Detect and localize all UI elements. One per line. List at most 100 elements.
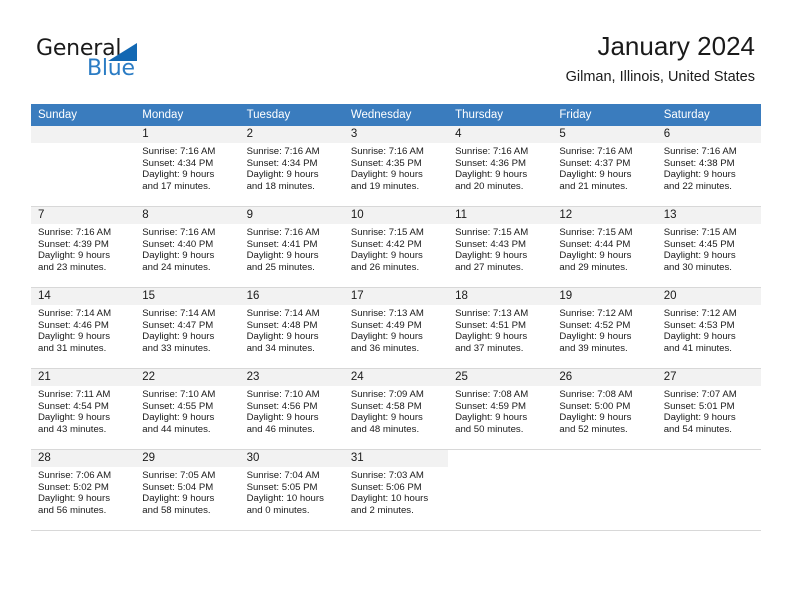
- sunset-text: Sunset: 4:38 PM: [663, 157, 735, 169]
- calendar-day-cell[interactable]: 4 Sunrise: 7:16 AM Sunset: 4:36 PM Dayli…: [448, 126, 553, 207]
- calendar-day-cell[interactable]: 11 Sunrise: 7:15 AM Sunset: 4:43 PM Dayl…: [448, 206, 553, 288]
- day-number: 12: [552, 207, 657, 224]
- sunrise-text: Sunrise: 7:16 AM: [455, 146, 529, 157]
- daylight-text-line1: Daylight: 9 hours: [455, 331, 528, 343]
- calendar-day-cell[interactable]: 30 Sunrise: 7:04 AM Sunset: 5:05 PM Dayl…: [239, 449, 344, 531]
- calendar-day-cell[interactable]: 17 Sunrise: 7:13 AM Sunset: 4:49 PM Dayl…: [343, 287, 449, 369]
- page-title: January 2024: [597, 31, 755, 61]
- daylight-text-line2: and 24 minutes.: [142, 261, 211, 273]
- calendar-day-cell[interactable]: 19 Sunrise: 7:12 AM Sunset: 4:52 PM Dayl…: [552, 287, 657, 369]
- daylight-text-line1: Daylight: 9 hours: [246, 169, 319, 181]
- daylight-text-line2: and 36 minutes.: [350, 342, 420, 354]
- daylight-text-line1: Daylight: 9 hours: [663, 250, 736, 262]
- daylight-text-line1: Daylight: 9 hours: [350, 412, 423, 424]
- day-number: 9: [239, 207, 344, 224]
- daylight-text-line1: Daylight: 9 hours: [246, 331, 319, 343]
- calendar-day-cell[interactable]: 1 Sunrise: 7:16 AM Sunset: 4:34 PM Dayli…: [135, 126, 240, 207]
- sunset-text: Sunset: 4:52 PM: [559, 319, 631, 331]
- day-number: 3: [343, 126, 449, 143]
- sunrise-text: Sunrise: 7:16 AM: [142, 146, 216, 157]
- day-number: 5: [552, 126, 657, 143]
- calendar-day-cell[interactable]: 7 Sunrise: 7:16 AM Sunset: 4:39 PM Dayli…: [31, 206, 136, 288]
- calendar-day-cell[interactable]: 21 Sunrise: 7:11 AM Sunset: 4:54 PM Dayl…: [31, 368, 136, 450]
- day-details: Sunrise: 7:11 AM Sunset: 4:54 PM Dayligh…: [31, 386, 135, 435]
- calendar-day-cell[interactable]: 3 Sunrise: 7:16 AM Sunset: 4:35 PM Dayli…: [343, 126, 449, 207]
- day-details: Sunrise: 7:03 AM Sunset: 5:06 PM Dayligh…: [344, 467, 448, 516]
- daylight-text-line1: Daylight: 10 hours: [350, 493, 429, 505]
- daylight-text-line2: and 30 minutes.: [663, 261, 732, 273]
- sunset-text: Sunset: 5:04 PM: [142, 481, 214, 493]
- daylight-text-line2: and 29 minutes.: [559, 261, 628, 273]
- calendar-day-cell[interactable]: 29 Sunrise: 7:05 AM Sunset: 5:04 PM Dayl…: [135, 449, 240, 531]
- sunrise-text: Sunrise: 7:16 AM: [142, 227, 216, 238]
- sunset-text: Sunset: 4:41 PM: [246, 238, 318, 250]
- daylight-text-line1: Daylight: 9 hours: [38, 412, 110, 424]
- day-details: Sunrise: 7:14 AM Sunset: 4:46 PM Dayligh…: [31, 305, 135, 354]
- day-details: Sunrise: 7:09 AM Sunset: 4:58 PM Dayligh…: [344, 386, 448, 435]
- calendar-day-cell[interactable]: 18 Sunrise: 7:13 AM Sunset: 4:51 PM Dayl…: [448, 287, 553, 369]
- sunset-text: Sunset: 4:59 PM: [455, 400, 527, 412]
- daylight-text-line1: Daylight: 9 hours: [38, 331, 110, 343]
- calendar-day-cell[interactable]: 5 Sunrise: 7:16 AM Sunset: 4:37 PM Dayli…: [552, 126, 657, 207]
- calendar-day-cell[interactable]: 16 Sunrise: 7:14 AM Sunset: 4:48 PM Dayl…: [239, 287, 344, 369]
- weekday-header-thursday: Thursday: [448, 104, 553, 126]
- calendar-day-cell[interactable]: 10 Sunrise: 7:15 AM Sunset: 4:42 PM Dayl…: [343, 206, 449, 288]
- day-details: Sunrise: 7:10 AM Sunset: 4:56 PM Dayligh…: [240, 386, 344, 435]
- sunset-text: Sunset: 4:42 PM: [350, 238, 422, 250]
- day-number: 25: [448, 369, 553, 386]
- day-details: Sunrise: 7:16 AM Sunset: 4:37 PM Dayligh…: [552, 143, 656, 192]
- day-details: [657, 467, 761, 470]
- sunrise-text: Sunrise: 7:08 AM: [455, 389, 529, 400]
- calendar-week-row: 21 Sunrise: 7:11 AM Sunset: 4:54 PM Dayl…: [31, 368, 761, 450]
- calendar-day-cell[interactable]: 8 Sunrise: 7:16 AM Sunset: 4:40 PM Dayli…: [135, 206, 240, 288]
- daylight-text-line2: and 48 minutes.: [350, 423, 420, 435]
- calendar-day-cell[interactable]: 15 Sunrise: 7:14 AM Sunset: 4:47 PM Dayl…: [135, 287, 240, 369]
- daylight-text-line1: Daylight: 9 hours: [559, 331, 632, 343]
- day-number: 11: [448, 207, 553, 224]
- calendar-day-cell[interactable]: 12 Sunrise: 7:15 AM Sunset: 4:44 PM Dayl…: [552, 206, 657, 288]
- calendar-day-cell[interactable]: 26 Sunrise: 7:08 AM Sunset: 5:00 PM Dayl…: [552, 368, 657, 450]
- calendar-day-cell[interactable]: 31 Sunrise: 7:03 AM Sunset: 5:06 PM Dayl…: [343, 449, 449, 531]
- calendar-day-cell[interactable]: 14 Sunrise: 7:14 AM Sunset: 4:46 PM Dayl…: [31, 287, 136, 369]
- daylight-text-line1: Daylight: 9 hours: [350, 169, 423, 181]
- daylight-text-line2: and 56 minutes.: [38, 504, 107, 516]
- title-block: January 2024 Gilman, Illinois, United St…: [566, 30, 755, 86]
- day-number: [31, 126, 136, 143]
- daylight-text-line1: Daylight: 9 hours: [350, 250, 423, 262]
- day-details: Sunrise: 7:14 AM Sunset: 4:47 PM Dayligh…: [135, 305, 239, 354]
- weekday-header-friday: Friday: [552, 104, 657, 126]
- sunset-text: Sunset: 4:34 PM: [142, 157, 214, 169]
- day-details: Sunrise: 7:14 AM Sunset: 4:48 PM Dayligh…: [240, 305, 344, 354]
- calendar-day-cell[interactable]: 23 Sunrise: 7:10 AM Sunset: 4:56 PM Dayl…: [239, 368, 344, 450]
- sunset-text: Sunset: 4:43 PM: [455, 238, 527, 250]
- daylight-text-line2: and 46 minutes.: [246, 423, 315, 435]
- calendar-day-cell[interactable]: 13 Sunrise: 7:15 AM Sunset: 4:45 PM Dayl…: [656, 206, 761, 288]
- daylight-text-line1: Daylight: 9 hours: [142, 169, 215, 181]
- sunrise-text: Sunrise: 7:04 AM: [246, 470, 320, 481]
- weekday-header-monday: Monday: [135, 104, 240, 126]
- day-number: [552, 450, 657, 467]
- calendar-day-cell[interactable]: 25 Sunrise: 7:08 AM Sunset: 4:59 PM Dayl…: [448, 368, 553, 450]
- daylight-text-line2: and 37 minutes.: [455, 342, 524, 354]
- calendar-day-cell[interactable]: [31, 126, 136, 207]
- daylight-text-line1: Daylight: 9 hours: [663, 331, 736, 343]
- day-number: 14: [31, 288, 136, 305]
- calendar-day-cell[interactable]: 20 Sunrise: 7:12 AM Sunset: 4:53 PM Dayl…: [656, 287, 761, 369]
- daylight-text-line2: and 58 minutes.: [142, 504, 211, 516]
- calendar-day-cell[interactable]: 22 Sunrise: 7:10 AM Sunset: 4:55 PM Dayl…: [135, 368, 240, 450]
- calendar-day-cell[interactable]: 24 Sunrise: 7:09 AM Sunset: 4:58 PM Dayl…: [343, 368, 449, 450]
- calendar-day-cell[interactable]: [656, 449, 761, 531]
- calendar-day-cell[interactable]: [552, 449, 657, 531]
- calendar-day-cell[interactable]: 9 Sunrise: 7:16 AM Sunset: 4:41 PM Dayli…: [239, 206, 344, 288]
- calendar-day-cell[interactable]: 27 Sunrise: 7:07 AM Sunset: 5:01 PM Dayl…: [656, 368, 761, 450]
- sunset-text: Sunset: 5:06 PM: [350, 481, 422, 493]
- brand-logo[interactable]: General Blue: [36, 36, 166, 82]
- calendar-day-cell[interactable]: 6 Sunrise: 7:16 AM Sunset: 4:38 PM Dayli…: [656, 126, 761, 207]
- calendar-day-cell[interactable]: 2 Sunrise: 7:16 AM Sunset: 4:34 PM Dayli…: [239, 126, 344, 207]
- day-number: 31: [343, 450, 449, 467]
- daylight-text-line2: and 39 minutes.: [559, 342, 628, 354]
- calendar-day-cell[interactable]: 28 Sunrise: 7:06 AM Sunset: 5:02 PM Dayl…: [31, 449, 136, 531]
- calendar-day-cell[interactable]: [448, 449, 553, 531]
- day-number: 20: [656, 288, 761, 305]
- sunset-text: Sunset: 4:45 PM: [663, 238, 735, 250]
